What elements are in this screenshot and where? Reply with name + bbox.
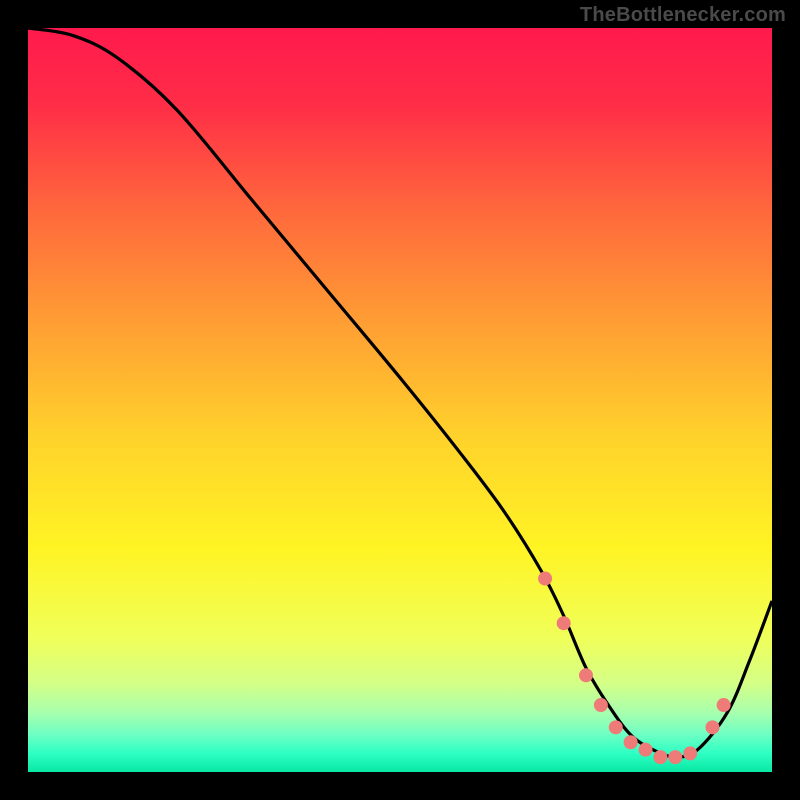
marker-dot <box>653 750 667 764</box>
marker-dot <box>538 572 552 586</box>
gradient-background <box>28 28 772 772</box>
marker-dot <box>639 743 653 757</box>
marker-dot <box>557 616 571 630</box>
chart-frame: TheBottlenecker.com <box>0 0 800 800</box>
marker-dot <box>717 698 731 712</box>
plot-area <box>28 28 772 772</box>
marker-dot <box>579 668 593 682</box>
marker-dot <box>594 698 608 712</box>
chart-svg <box>28 28 772 772</box>
marker-dot <box>624 735 638 749</box>
attribution-label: TheBottlenecker.com <box>580 4 786 27</box>
marker-dot <box>683 746 697 760</box>
marker-dot <box>705 720 719 734</box>
marker-dot <box>668 750 682 764</box>
marker-dot <box>609 720 623 734</box>
